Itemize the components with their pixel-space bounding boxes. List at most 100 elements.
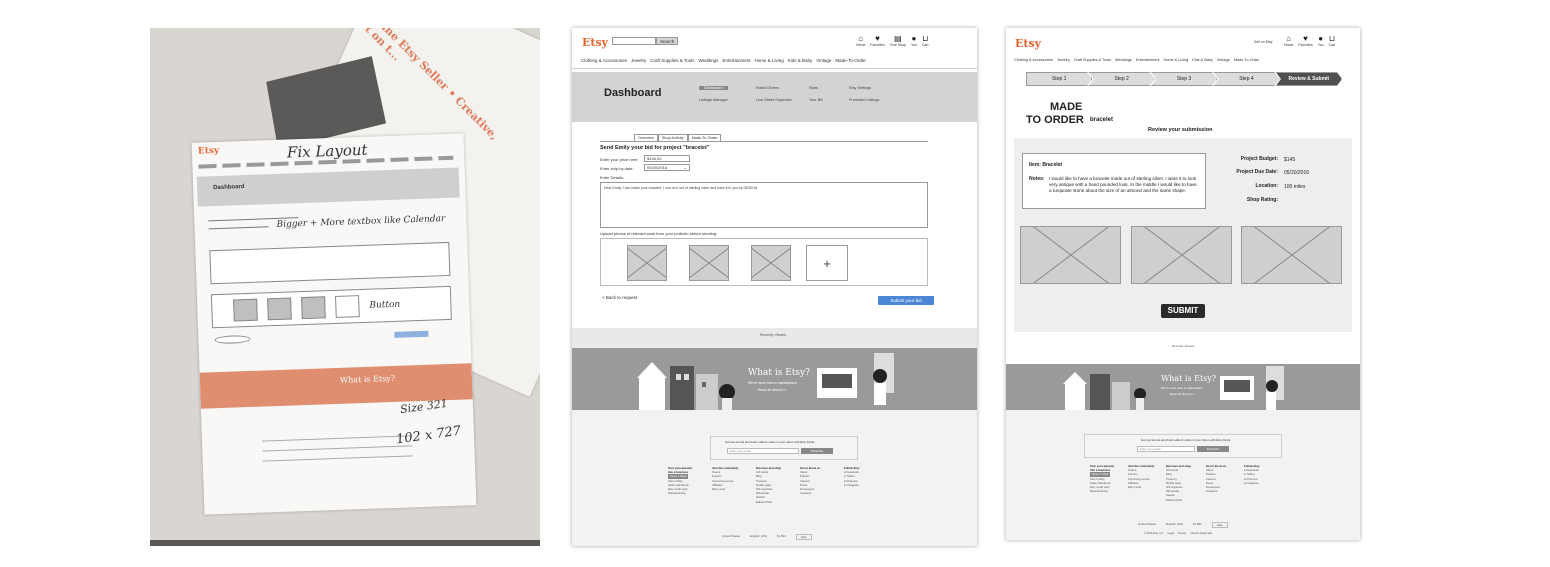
open-shop-link[interactable]: Open a Shop	[1090, 472, 1111, 477]
subscribe-button[interactable]: Subscribe	[801, 448, 833, 454]
footer-link[interactable]: Etsy Local	[1128, 485, 1154, 489]
step-review-submit[interactable]: Review & Submit	[1275, 72, 1343, 86]
language-select[interactable]: English (US)	[750, 534, 767, 540]
nav-item[interactable]: Home & Living	[754, 58, 783, 63]
step-1[interactable]: Step 1	[1026, 72, 1093, 86]
newsletter-box: Get top trends and fresh editors' picks …	[1084, 434, 1282, 458]
sketch-dashboard-bar: Dashboard	[196, 167, 460, 207]
submit-bid-button[interactable]: Submit your bid	[878, 296, 934, 305]
etsy-logo[interactable]: Etsy	[582, 36, 608, 49]
nav-item[interactable]: Clothing & Accessories	[581, 58, 627, 63]
footer-link[interactable]: Editors Picks	[756, 500, 781, 504]
footer-bottom-bar: United States English (US) $ USD Help	[722, 534, 812, 540]
footer-link[interactable]: Investors	[1206, 489, 1226, 493]
home-icon[interactable]: ⌂ Home	[1284, 34, 1293, 47]
footer-col-discover: Discover and shop Gift cards Blog Treasu…	[1166, 464, 1192, 502]
email-input[interactable]: Enter your email	[1137, 446, 1195, 452]
country-select[interactable]: United States	[1138, 522, 1156, 528]
dash-link-bill[interactable]: Your Bill	[809, 98, 823, 102]
read-all-link[interactable]: Read all about it »	[758, 388, 786, 392]
portfolio-image-placeholder[interactable]	[751, 245, 791, 281]
instagram-link[interactable]: ● Instagram	[844, 483, 860, 487]
portfolio-image-placeholder[interactable]	[689, 245, 729, 281]
language-select[interactable]: English (US)	[1166, 522, 1183, 528]
details-textarea[interactable]: Dear Emily, I can make your bracelet. I …	[600, 182, 928, 228]
tab-made-to-order[interactable]: Made-To-Order	[687, 134, 722, 141]
nav-item[interactable]: Entertainment	[722, 58, 750, 63]
nav-item[interactable]: Kids & Baby	[1192, 58, 1213, 62]
tab-overview[interactable]: Overview	[634, 134, 658, 141]
search-input[interactable]	[612, 37, 656, 45]
step-4[interactable]: Step 4	[1213, 72, 1280, 86]
dash-link-promoted[interactable]: Promoted Listings	[849, 98, 879, 102]
ads-link[interactable]: Interest-based ads	[1190, 532, 1211, 535]
heart-icon[interactable]: ♥ Favorites	[870, 34, 884, 47]
footer-link[interactable]: Editors Picks	[1166, 498, 1191, 502]
step-3[interactable]: Step 3	[1150, 72, 1218, 86]
ship-date-select[interactable]: 05/20/2016 ⌄	[644, 164, 690, 171]
country-select[interactable]: United States	[722, 534, 740, 540]
nav-item[interactable]: Entertainment	[1136, 58, 1160, 62]
reference-image-placeholder	[1131, 226, 1232, 284]
review-panel: Item: Bracelet Notes: I would like to ha…	[1014, 138, 1352, 332]
nav-item[interactable]: Home & Living	[1163, 58, 1188, 62]
what-is-etsy-title: What is Etsy?	[1161, 374, 1217, 383]
dash-link-stats[interactable]: Stats	[809, 86, 818, 90]
nav-item[interactable]: Kids & Baby	[788, 58, 813, 63]
privacy-link[interactable]: Privacy	[1178, 532, 1187, 535]
read-all-link[interactable]: Read all about it »	[1170, 392, 1194, 396]
subscribe-button[interactable]: Subscribe	[1197, 446, 1229, 452]
home-icon[interactable]: ⌂ Home	[856, 34, 865, 47]
dash-link-live-sheet[interactable]: Live-Sheet Organizer	[756, 98, 792, 102]
nav-item[interactable]: Weddings	[699, 58, 719, 63]
heart-icon[interactable]: ♥ Favorites	[1298, 34, 1312, 47]
nav-item[interactable]: Clothing & Accessories	[1014, 58, 1053, 62]
search-button[interactable]: Search	[656, 37, 679, 45]
submit-button[interactable]: SUBMIT	[1161, 304, 1205, 318]
illustration-houses	[1063, 372, 1146, 410]
etsy-logo[interactable]: Etsy	[1015, 37, 1041, 50]
footer-link[interactable]: Manufacturing	[668, 491, 698, 495]
nav-item[interactable]: Vintage	[1217, 58, 1230, 62]
step-2[interactable]: Step 2	[1088, 72, 1155, 86]
dash-link-listings[interactable]: Listings Manager	[699, 98, 728, 102]
nav-item[interactable]: Weddings	[1115, 58, 1132, 62]
price-input[interactable]: $145.00	[644, 155, 690, 162]
portfolio-image-placeholder[interactable]	[627, 245, 667, 281]
user-icon[interactable]: ● You	[1318, 34, 1324, 47]
nav-item[interactable]: Jewelry	[1057, 58, 1070, 62]
shop-icon[interactable]: ▤ Your Shop	[890, 34, 906, 47]
email-input[interactable]: Enter your email	[727, 448, 799, 454]
currency-select[interactable]: $ USD	[1193, 522, 1202, 528]
recently-viewed-label[interactable]: Recently Viewed	[760, 333, 786, 337]
currency-select[interactable]: $ USD	[777, 534, 786, 540]
dash-link-dashboard[interactable]: Dashboard	[699, 86, 728, 90]
footer-link[interactable]: Investors	[800, 491, 820, 495]
tab-shop-activity[interactable]: Shop Activity	[657, 134, 688, 141]
help-button[interactable]: Help	[795, 534, 812, 540]
dash-link-rated[interactable]: Rated Orders	[756, 86, 779, 90]
open-shop-link[interactable]: Open a Shop	[668, 474, 689, 479]
nav-item[interactable]: Made-To-Order	[1234, 58, 1260, 62]
footer-link[interactable]: Manufacturing	[1090, 489, 1120, 493]
nav-item[interactable]: Jewelry	[631, 58, 646, 63]
dash-link-settings[interactable]: Etsy Settings	[849, 86, 871, 90]
recently-viewed-label[interactable]: Recently Viewed	[1172, 344, 1194, 348]
help-button[interactable]: Help	[1211, 522, 1228, 528]
nav-item[interactable]: Vintage	[816, 58, 831, 63]
cart-icon[interactable]: ⊔ Cart	[1329, 34, 1336, 47]
made-label: MADE	[1050, 101, 1083, 113]
user-icon[interactable]: ● You	[911, 34, 917, 47]
nav-item[interactable]: Craft Supplies & Tools	[650, 58, 694, 63]
nav-item[interactable]: Craft Supplies & Tools	[1074, 58, 1111, 62]
legal-link[interactable]: Legal	[1168, 532, 1174, 535]
cart-icon[interactable]: ⊔ Cart	[922, 34, 929, 47]
add-photo-button[interactable]: +	[806, 245, 848, 281]
footer-link[interactable]: Etsy Local	[712, 487, 738, 491]
sketch-submit	[394, 330, 429, 338]
sell-on-etsy-link[interactable]: Sell on Etsy	[1254, 40, 1272, 44]
nav-item[interactable]: Made-To-Order	[835, 58, 866, 63]
back-to-request-link[interactable]: < Back to request	[602, 295, 637, 300]
category-nav: Clothing & Accessories Jewelry Craft Sup…	[581, 58, 866, 63]
instagram-link[interactable]: ● Instagram	[1244, 481, 1260, 485]
